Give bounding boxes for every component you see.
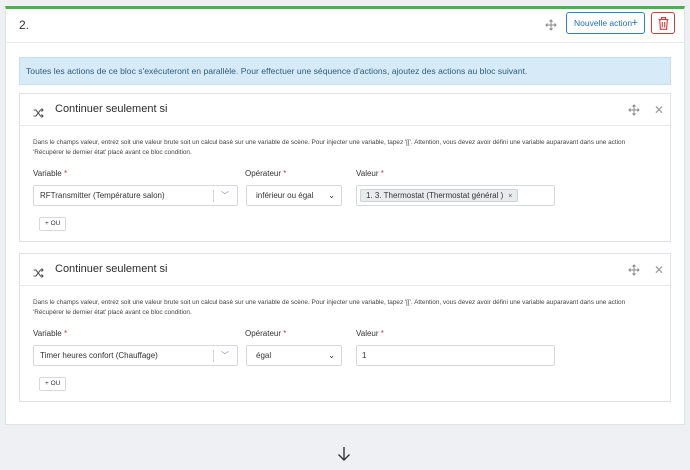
operator-select[interactable]: égal ⌄ xyxy=(246,345,342,366)
new-action-label: Nouvelle action xyxy=(574,18,633,28)
parallel-info-alert: Toutes les actions de ce bloc s'exécuter… xyxy=(19,57,671,85)
operator-label-text: Opérateur xyxy=(245,329,282,338)
operator-label-text: Opérateur xyxy=(245,169,282,178)
chevron-down-icon: ﹀ xyxy=(221,351,229,360)
help-line-1: Dans le champs valeur, entrez soit une v… xyxy=(33,299,626,306)
value-label-text: Valeur xyxy=(356,169,379,178)
condition-help-text: Dans le champs valeur, entrez soit une v… xyxy=(33,298,653,317)
required-mark: * xyxy=(283,329,287,338)
condition-title: Continuer seulement si xyxy=(55,263,168,275)
value-input-text: 1 xyxy=(362,351,367,360)
variable-select[interactable]: Timer heures confort (Chauffage) ﹀ xyxy=(33,345,238,366)
plus-icon: + xyxy=(631,17,638,29)
move-icon[interactable] xyxy=(628,264,640,276)
add-or-button[interactable]: + OU xyxy=(39,217,67,231)
condition-card-1: Continuer seulement si ✕ Dans le champs … xyxy=(19,93,671,242)
value-label-text: Valeur xyxy=(356,329,379,338)
required-mark: * xyxy=(64,169,68,178)
condition-header: Continuer seulement si ✕ xyxy=(20,254,670,286)
value-label: Valeur * xyxy=(356,329,384,338)
condition-card-2: Continuer seulement si ✕ Dans le champs … xyxy=(19,253,671,402)
shuffle-icon xyxy=(33,265,44,283)
required-mark: * xyxy=(283,169,287,178)
shuffle-icon xyxy=(33,105,44,123)
required-mark: * xyxy=(64,329,68,338)
move-icon[interactable] xyxy=(545,19,557,31)
variable-label: Variable * xyxy=(33,329,67,338)
tag-label: 1. 3. Thermostat (Thermostat général ) xyxy=(366,191,504,200)
required-mark: * xyxy=(380,169,384,178)
condition-header: Continuer seulement si ✕ xyxy=(20,94,670,126)
chevron-down-icon: ⌄ xyxy=(328,191,335,200)
value-input[interactable]: 1. 3. Thermostat (Thermostat général ) × xyxy=(356,185,555,206)
close-icon[interactable]: ✕ xyxy=(654,104,664,116)
variable-value: Timer heures confort (Chauffage) xyxy=(40,351,158,360)
help-line-2: 'Récupérer le dernier état' placé avant … xyxy=(33,308,192,316)
trash-icon xyxy=(658,17,669,30)
move-icon[interactable] xyxy=(628,104,640,116)
chevron-down-icon: ⌄ xyxy=(328,351,335,360)
help-line-1: Dans le champs valeur, entrez soit une v… xyxy=(33,139,626,146)
block-header: 2. Nouvelle action + xyxy=(6,9,684,43)
delete-block-button[interactable] xyxy=(651,12,675,34)
operator-label: Opérateur * xyxy=(245,329,286,338)
variable-label-text: Variable xyxy=(33,169,62,178)
chevron-down-icon: ﹀ xyxy=(221,191,229,200)
close-icon[interactable]: ✕ xyxy=(654,264,664,276)
variable-label: Variable * xyxy=(33,169,67,178)
variable-label-text: Variable xyxy=(33,329,62,338)
add-or-button[interactable]: + OU xyxy=(39,377,67,391)
operator-label: Opérateur * xyxy=(245,169,286,178)
select-divider xyxy=(213,350,214,362)
operator-value: inférieur ou égal xyxy=(256,191,314,200)
required-mark: * xyxy=(380,329,384,338)
variable-select[interactable]: RFTransmitter (Température salon) ﹀ xyxy=(33,185,238,206)
operator-value: égal xyxy=(256,351,272,360)
remove-tag-icon[interactable]: × xyxy=(508,193,512,200)
arrow-down-icon xyxy=(336,446,352,467)
value-label: Valeur * xyxy=(356,169,384,178)
condition-title: Continuer seulement si xyxy=(55,103,168,115)
action-block-card: 2. Nouvelle action + Toutes les actions … xyxy=(5,6,685,425)
value-input[interactable]: 1 xyxy=(356,345,555,366)
block-number: 2. xyxy=(19,18,30,32)
operator-select[interactable]: inférieur ou égal ⌄ xyxy=(246,185,342,206)
variable-tag: 1. 3. Thermostat (Thermostat général ) × xyxy=(360,189,519,202)
variable-value: RFTransmitter (Température salon) xyxy=(40,191,165,200)
new-action-button[interactable]: Nouvelle action + xyxy=(566,12,645,34)
help-line-2: 'Récupérer le dernier état' placé avant … xyxy=(33,148,192,156)
condition-help-text: Dans le champs valeur, entrez soit une v… xyxy=(33,138,653,157)
select-divider xyxy=(213,190,214,202)
